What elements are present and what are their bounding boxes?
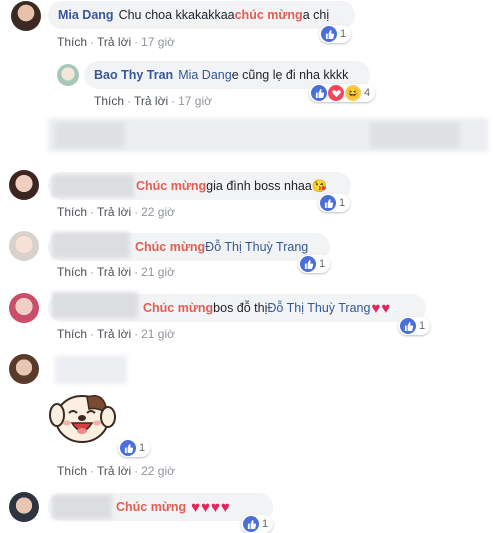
avatar[interactable] (9, 293, 39, 323)
comment-text: gia đình boss nhaa (206, 179, 312, 193)
timestamp[interactable]: 22 giờ (141, 464, 175, 478)
kiss-emoji: 😘 (311, 178, 328, 193)
mention-link[interactable]: Mia Dang (178, 68, 232, 82)
reply-link[interactable]: Trả lời (134, 94, 168, 108)
comment-text: Chu choa kkakakkaa (118, 8, 235, 22)
avatar[interactable] (9, 492, 39, 522)
heart-emoji: ♥ (220, 498, 230, 516)
sticker-laughing-dog[interactable] (45, 385, 120, 450)
comment-text: e cũng lẹ đi nha kkkk (231, 68, 349, 82)
timestamp[interactable]: 21 giờ (141, 327, 175, 341)
comment-actions: Thích · Trả lời · 22 giờ (57, 205, 175, 219)
comment-highlight: Chúc mừng (143, 301, 214, 315)
comment-highlight: Chúc mừng (116, 500, 187, 514)
like-icon (243, 516, 259, 532)
comment-highlight: chúc mừng (234, 8, 303, 22)
like-icon (300, 256, 316, 272)
mention-link[interactable]: Đỗ Thị Thuỳ Trang (267, 301, 370, 315)
comment-actions: Thích · Trả lời · 17 giờ (57, 35, 175, 49)
avatar[interactable] (57, 64, 79, 86)
haha-icon: 😆 (345, 85, 361, 101)
timestamp[interactable]: 22 giờ (141, 205, 175, 219)
heart-emoji: ♥ (210, 498, 220, 516)
commenter-name[interactable]: Bao Thy Tran (94, 68, 173, 82)
comment-text: bos đỗ thị (213, 301, 268, 315)
like-icon (320, 195, 336, 211)
comment-highlight: Chúc mừng (136, 179, 207, 193)
reaction-count[interactable]: 1 (398, 317, 431, 335)
heart-emoji: ♥ (191, 498, 201, 516)
timestamp[interactable]: 21 giờ (141, 265, 175, 279)
reply-link[interactable]: Trả lời (97, 327, 131, 341)
comment-actions: Thích · Trả lời · 21 giờ (57, 265, 175, 279)
like-link[interactable]: Thích (94, 94, 124, 108)
redacted-block (370, 122, 460, 148)
like-link[interactable]: Thích (57, 327, 87, 341)
timestamp[interactable]: 17 giờ (178, 94, 212, 108)
commenter-name[interactable]: Mia Dang (58, 8, 114, 22)
like-link[interactable]: Thích (57, 205, 87, 219)
reaction-count[interactable]: 😆 4 (309, 84, 376, 102)
avatar[interactable] (9, 170, 39, 200)
love-icon (328, 85, 344, 101)
like-link[interactable]: Thích (57, 464, 87, 478)
comment-actions: Thích · Trả lời · 17 giờ (94, 94, 212, 108)
redacted-name (52, 232, 130, 258)
like-icon (120, 440, 136, 456)
like-icon (311, 85, 327, 101)
heart-emoji: ♥ (371, 299, 381, 317)
reaction-count[interactable]: 1 (319, 25, 352, 43)
reaction-count[interactable]: 1 (318, 194, 351, 212)
reply-link[interactable]: Trả lời (97, 464, 131, 478)
mention-link[interactable]: Đỗ Thị Thuỳ Trang (205, 240, 308, 254)
redacted-name (52, 292, 138, 318)
timestamp[interactable]: 17 giờ (141, 35, 175, 49)
avatar[interactable] (9, 231, 39, 261)
avatar[interactable] (9, 354, 39, 384)
avatar[interactable] (11, 1, 41, 31)
heart-emoji: ♥ (201, 498, 210, 516)
reaction-count[interactable]: 1 (241, 515, 274, 533)
like-link[interactable]: Thích (57, 35, 87, 49)
reply-link[interactable]: Trả lời (97, 265, 131, 279)
reply-link[interactable]: Trả lời (97, 35, 131, 49)
like-icon (400, 318, 416, 334)
comment-actions: Thích · Trả lời · 21 giờ (57, 327, 175, 341)
reaction-count[interactable]: 1 (298, 255, 331, 273)
heart-emoji: ♥ (381, 299, 391, 317)
like-link[interactable]: Thích (57, 265, 87, 279)
redacted-name (52, 175, 134, 197)
redacted-block (55, 122, 125, 148)
comment-highlight: Chúc mừng (135, 240, 206, 254)
like-icon (321, 26, 337, 42)
comment-bubble: Mia Dang Chu choa kkakakkaa chúc mừng a … (48, 1, 355, 29)
reply-link[interactable]: Trả lời (97, 205, 131, 219)
redacted-name (55, 356, 127, 384)
redacted-name (52, 495, 112, 519)
comment-actions: Thích · Trả lời · 22 giờ (57, 464, 175, 478)
comment-text: a chị (302, 8, 330, 22)
reaction-count[interactable]: 1 (118, 439, 151, 457)
